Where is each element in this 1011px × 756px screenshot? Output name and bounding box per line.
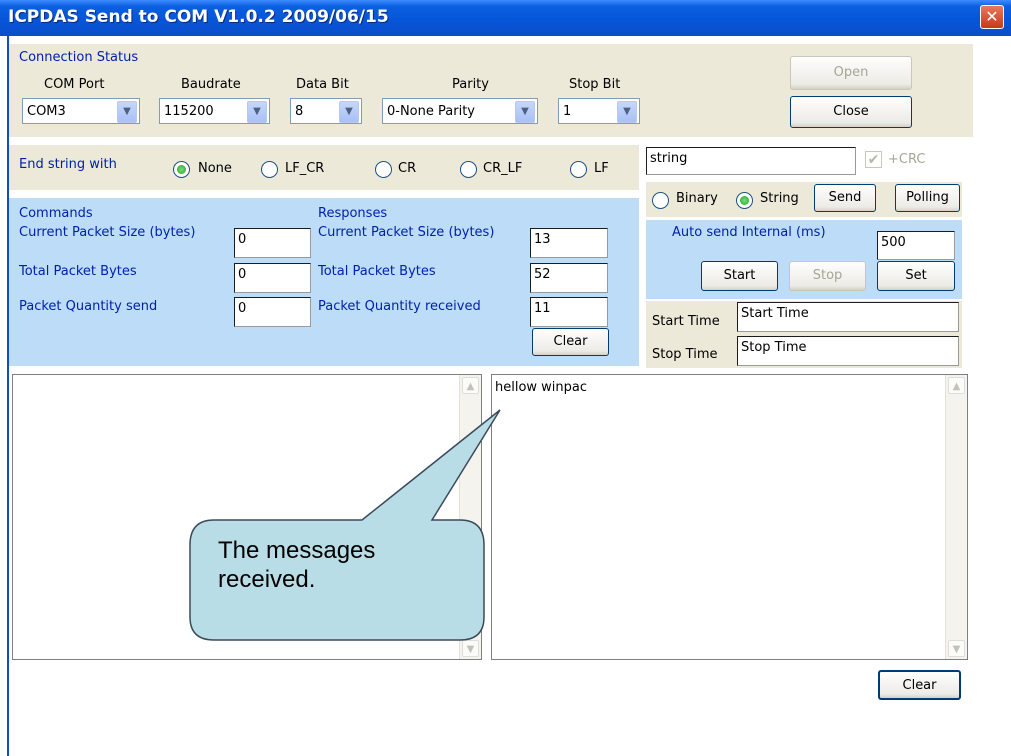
callout-text: The messages received. xyxy=(218,537,376,593)
callout-bubble xyxy=(189,409,501,641)
